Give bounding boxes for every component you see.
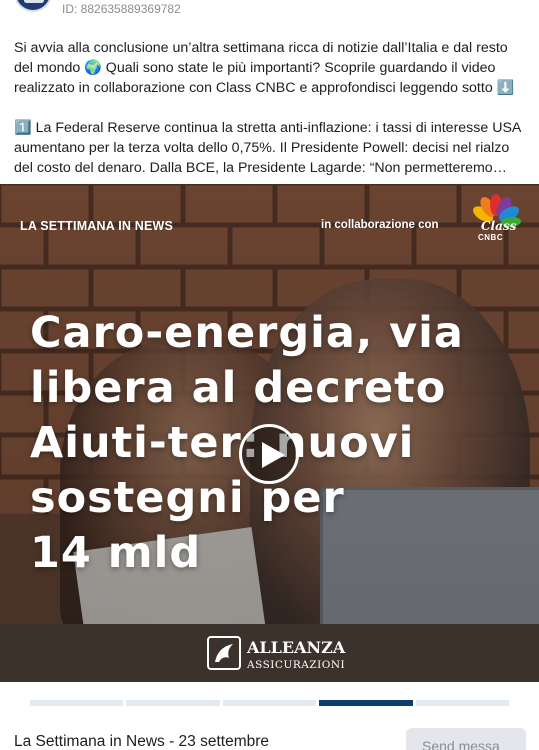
send-message-button[interactable]: Send messa [406,728,526,750]
avatar[interactable] [14,0,52,12]
post-paragraph-fed: 1️⃣ La Federal Reserve continua la stret… [14,120,521,176]
progress-segment [415,700,510,706]
alleanza-subtitle: ASSICURAZIONI [247,659,346,671]
post-text: Si avvia alla conclusione un’altra setti… [14,38,529,178]
video-player[interactable]: LA SETTIMANA IN NEWS in collaborazione c… [0,184,539,682]
play-button[interactable] [239,424,299,484]
progress-segment [30,700,124,706]
video-series-label: LA SETTIMANA IN NEWS [20,219,174,233]
post-header: ID: 882635889369782 [0,0,539,22]
post-id: ID: 882635889369782 [62,2,181,16]
alleanza-name: ALLEANZA [247,638,346,657]
carousel-progress [30,700,510,706]
progress-segment [222,700,317,706]
play-icon [262,442,285,468]
progress-segment [319,700,413,706]
alleanza-logo: ALLEANZA ASSICURAZIONI [207,634,345,674]
progress-segment [126,700,220,706]
collaboration-label: in collaborazione con [321,219,439,231]
cnbc-class-wordmark: Class [481,219,517,233]
video-title: La Settimana in News - 23 settembre [14,733,270,750]
post-paragraph-intro: Si avvia alla conclusione un’altra setti… [14,40,515,96]
alleanza-emblem-icon [207,636,241,670]
cnbc-wordmark: CNBC [478,233,504,242]
